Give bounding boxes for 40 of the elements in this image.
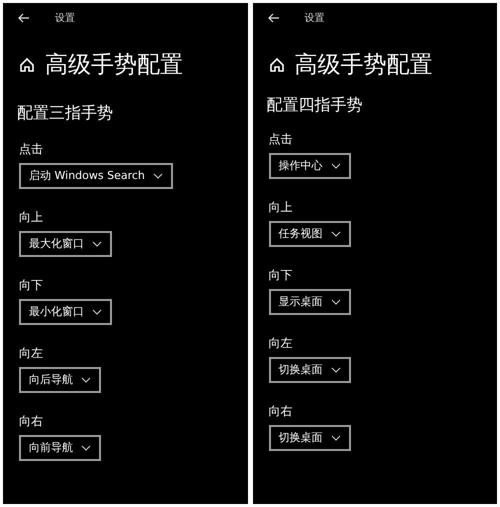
dropdown[interactable]: 启动 Windows Search — [19, 163, 173, 189]
chevron-down-icon — [330, 163, 340, 169]
chevron-down-icon — [330, 435, 340, 441]
setting-label: 向上 — [19, 209, 43, 225]
dropdown[interactable]: 切换桌面 — [268, 357, 350, 383]
dropdown[interactable]: 向后导航 — [19, 367, 101, 393]
dropdown[interactable]: 切换桌面 — [268, 425, 350, 451]
setting-label: 向下 — [268, 267, 292, 283]
setting-label: 向右 — [268, 403, 292, 419]
setting-label: 向右 — [19, 413, 43, 429]
chevron-down-icon — [92, 241, 102, 247]
dropdown[interactable]: 任务视图 — [268, 221, 350, 247]
back-icon[interactable] — [268, 13, 280, 23]
setting-label: 向左 — [268, 335, 292, 351]
chevron-down-icon — [92, 309, 102, 315]
setting-label: 点击 — [19, 141, 43, 157]
setting-label: 点击 — [268, 131, 292, 147]
home-icon[interactable] — [19, 57, 35, 73]
dropdown[interactable]: 操作中心 — [268, 153, 350, 179]
dropdown[interactable]: 向前导航 — [19, 435, 101, 461]
section-heading: 配置四指手势 — [266, 94, 364, 116]
section-heading: 配置三指手势 — [16, 102, 114, 124]
chevron-down-icon — [330, 231, 340, 237]
chevron-down-icon — [152, 173, 163, 179]
window-title: 设置 — [304, 12, 324, 26]
window-title: 设置 — [55, 12, 75, 26]
dropdown[interactable]: 最小化窗口 — [19, 299, 112, 325]
setting-label: 向左 — [19, 345, 43, 361]
page-title: 高级手势配置 — [294, 51, 432, 80]
chevron-down-icon — [330, 299, 340, 305]
dropdown[interactable]: 最大化窗口 — [19, 231, 112, 257]
setting-label: 向上 — [268, 199, 292, 215]
home-icon[interactable] — [268, 57, 284, 73]
page-title: 高级手势配置 — [45, 51, 183, 80]
dropdown[interactable]: 显示桌面 — [268, 289, 350, 315]
chevron-down-icon — [330, 367, 340, 373]
back-icon[interactable] — [18, 13, 30, 23]
chevron-down-icon — [81, 377, 91, 383]
chevron-down-icon — [81, 445, 91, 451]
setting-label: 向下 — [19, 277, 43, 293]
